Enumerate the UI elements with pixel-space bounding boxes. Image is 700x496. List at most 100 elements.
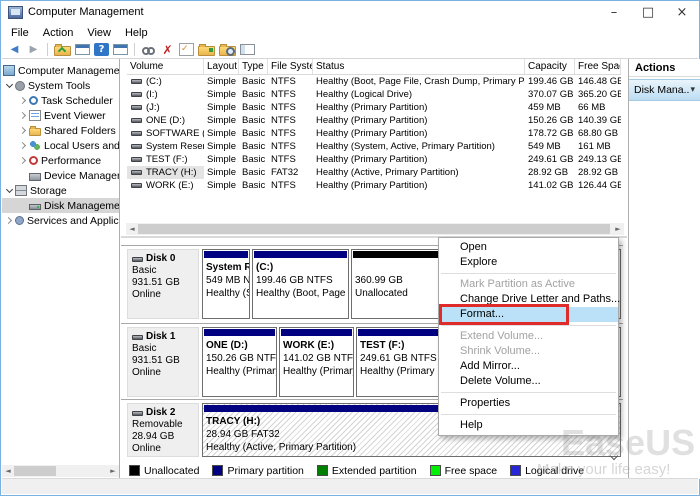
tree-item-shared-folders[interactable]: Shared Folders bbox=[2, 123, 119, 138]
expander-icon[interactable] bbox=[4, 218, 15, 223]
partition-status: Healthy (S bbox=[203, 287, 249, 300]
show-action-pane-icon[interactable] bbox=[113, 44, 128, 55]
menu-item-add-mirror[interactable]: Add Mirror... bbox=[439, 359, 618, 374]
expander-icon[interactable] bbox=[18, 128, 29, 133]
disk-header-disk-1[interactable]: Disk 1Basic931.51 GBOnline bbox=[127, 327, 199, 397]
partition-one-d[interactable]: ONE (D:)150.26 GB NTFSHealthy (Primary P bbox=[202, 327, 277, 397]
scrollbar-thumb[interactable] bbox=[138, 224, 610, 234]
volume-list-horizontal-scrollbar[interactable]: ◄ ► bbox=[126, 223, 624, 235]
volume-cell-volume: SOFTWARE (G:) bbox=[127, 127, 204, 140]
volume-cell-layout: Simple bbox=[204, 166, 239, 179]
settings-pane-icon[interactable] bbox=[240, 44, 255, 55]
partition-c[interactable]: (C:)199.46 GB NTFSHealthy (Boot, Page Fi… bbox=[252, 249, 349, 319]
chevron-down-icon[interactable]: ▾ bbox=[690, 85, 695, 95]
menu-item-format[interactable]: Format... bbox=[439, 307, 618, 322]
open-folder-icon[interactable] bbox=[198, 46, 215, 56]
column-header-volume[interactable]: Volume bbox=[127, 59, 204, 74]
find-folder-icon[interactable] bbox=[219, 46, 236, 56]
volume-row-tracy-h[interactable]: TRACY (H:)SimpleBasicFAT32Healthy (Activ… bbox=[127, 166, 621, 179]
menu-help[interactable]: Help bbox=[118, 26, 155, 40]
tree-item-local-users-and-gr[interactable]: Local Users and Gr bbox=[2, 138, 119, 153]
partition-work-e[interactable]: WORK (E:)141.02 GB NTFSHealthy (Primary … bbox=[279, 327, 354, 397]
column-header-capacity[interactable]: Capacity bbox=[525, 59, 575, 74]
tree-item-performance[interactable]: Performance bbox=[2, 153, 119, 168]
scroll-right-icon[interactable]: ► bbox=[107, 465, 119, 477]
scroll-left-icon[interactable]: ◄ bbox=[126, 223, 138, 235]
menu-item-delete-volume[interactable]: Delete Volume... bbox=[439, 374, 618, 389]
expander-icon[interactable] bbox=[4, 187, 15, 194]
volume-cell-layout: Simple bbox=[204, 101, 239, 114]
volume-cell-type: Basic bbox=[239, 140, 268, 153]
minimize-button[interactable]: – bbox=[597, 1, 631, 23]
volume-row-work-e[interactable]: WORK (E:)SimpleBasicNTFSHealthy (Primary… bbox=[127, 179, 621, 192]
volume-cell-capacity: 370.07 GB bbox=[525, 88, 575, 101]
properties-check-icon[interactable] bbox=[179, 43, 194, 56]
menu-action[interactable]: Action bbox=[36, 26, 81, 40]
tree-item-disk-management[interactable]: Disk Management bbox=[2, 198, 119, 213]
volume-row-i[interactable]: (I:)SimpleBasicNTFSHealthy (Logical Driv… bbox=[127, 88, 621, 101]
volume-row-c[interactable]: (C:)SimpleBasicNTFSHealthy (Boot, Page F… bbox=[127, 75, 621, 88]
menu-view[interactable]: View bbox=[80, 26, 118, 40]
volume-row-one-d[interactable]: ONE (D:)SimpleBasicNTFSHealthy (Primary … bbox=[127, 114, 621, 127]
tree-item-task-scheduler[interactable]: Task Scheduler bbox=[2, 93, 119, 108]
up-one-level-icon[interactable] bbox=[54, 46, 71, 56]
expander-icon[interactable] bbox=[18, 98, 29, 103]
tree-item-services-and-applicati[interactable]: Services and Applicati bbox=[2, 213, 119, 228]
column-header-type[interactable]: Type bbox=[239, 59, 268, 74]
tree-horizontal-scrollbar[interactable]: ◄ ► bbox=[2, 465, 119, 477]
actions-disk-management-item[interactable]: Disk Mana... ▾ bbox=[629, 79, 700, 101]
volume-row-test-f[interactable]: TEST (F:)SimpleBasicNTFSHealthy (Primary… bbox=[127, 153, 621, 166]
partition-type-bar bbox=[204, 251, 248, 258]
maximize-button[interactable]: □ bbox=[631, 1, 665, 23]
forward-icon[interactable]: ▶ bbox=[26, 42, 41, 57]
volume-row-software-g[interactable]: SOFTWARE (G:)SimpleBasicNTFSHealthy (Pri… bbox=[127, 127, 621, 140]
column-header-layout[interactable]: Layout bbox=[204, 59, 239, 74]
delete-icon[interactable]: ✗ bbox=[160, 42, 175, 57]
volume-cell-file-system: NTFS bbox=[268, 153, 313, 166]
disk-type: Basic bbox=[132, 343, 198, 355]
menu-item-properties[interactable]: Properties bbox=[439, 396, 618, 411]
expander-icon[interactable] bbox=[18, 143, 29, 148]
cell-text: 249.61 GB bbox=[528, 153, 573, 166]
scroll-left-icon[interactable]: ◄ bbox=[2, 465, 14, 477]
volume-row-system-reserved[interactable]: System ReservedSimpleBasicNTFSHealthy (S… bbox=[127, 140, 621, 153]
scroll-right-icon[interactable]: ► bbox=[612, 223, 624, 235]
back-icon[interactable]: ◀ bbox=[7, 42, 22, 57]
close-button[interactable]: × bbox=[665, 1, 699, 23]
scroll-down-icon[interactable] bbox=[607, 451, 621, 463]
menu-item-open[interactable]: Open bbox=[439, 240, 618, 255]
disk-header-disk-2[interactable]: Disk 2Removable28.94 GBOnline bbox=[127, 403, 199, 457]
cell-text: Simple bbox=[207, 140, 236, 153]
menu-item-explore[interactable]: Explore bbox=[439, 255, 618, 270]
column-header-status[interactable]: Status bbox=[313, 59, 525, 74]
scrollbar-thumb[interactable] bbox=[14, 466, 56, 476]
disk-header-disk-0[interactable]: Disk 0Basic931.51 GBOnline bbox=[127, 249, 199, 319]
cell-text: Healthy (Logical Drive) bbox=[316, 88, 412, 101]
volume-row-j[interactable]: (J:)SimpleBasicNTFSHealthy (Primary Part… bbox=[127, 101, 621, 114]
column-header-free-space[interactable]: Free Space bbox=[575, 59, 621, 74]
expander-icon[interactable] bbox=[18, 158, 29, 163]
tree-item-computer-management[interactable]: Computer Management ( bbox=[2, 63, 119, 78]
tree-item-event-viewer[interactable]: Event Viewer bbox=[2, 108, 119, 123]
tree-item-device-manager[interactable]: Device Manager bbox=[2, 168, 119, 183]
cell-text: 66 MB bbox=[578, 101, 605, 114]
partition-system-re[interactable]: System Re549 MB NTHealthy (S bbox=[202, 249, 250, 319]
show-console-tree-icon[interactable] bbox=[75, 44, 90, 55]
expander-icon[interactable] bbox=[18, 113, 29, 118]
storage-icon bbox=[15, 185, 27, 196]
tree-item-storage[interactable]: Storage bbox=[2, 183, 119, 198]
column-header-file-system[interactable]: File System bbox=[268, 59, 313, 74]
legend-primary-partition: Primary partition bbox=[212, 465, 303, 477]
expander-icon[interactable] bbox=[4, 82, 15, 89]
menu-file[interactable]: File bbox=[4, 26, 36, 40]
drive-icon bbox=[131, 170, 142, 175]
inspect-icon[interactable] bbox=[141, 45, 156, 55]
volume-cell-capacity: 199.46 GB bbox=[525, 75, 575, 88]
disk-name: Disk 1 bbox=[132, 331, 198, 343]
tree-item-label: Computer Management ( bbox=[18, 65, 119, 77]
volume-cell-volume: ONE (D:) bbox=[127, 114, 204, 127]
help-icon[interactable]: ? bbox=[94, 43, 109, 56]
menu-item-help[interactable]: Help bbox=[439, 418, 618, 433]
tree-item-system-tools[interactable]: System Tools bbox=[2, 78, 119, 93]
menu-item-change-drive-letter-and-paths[interactable]: Change Drive Letter and Paths... bbox=[439, 292, 618, 307]
